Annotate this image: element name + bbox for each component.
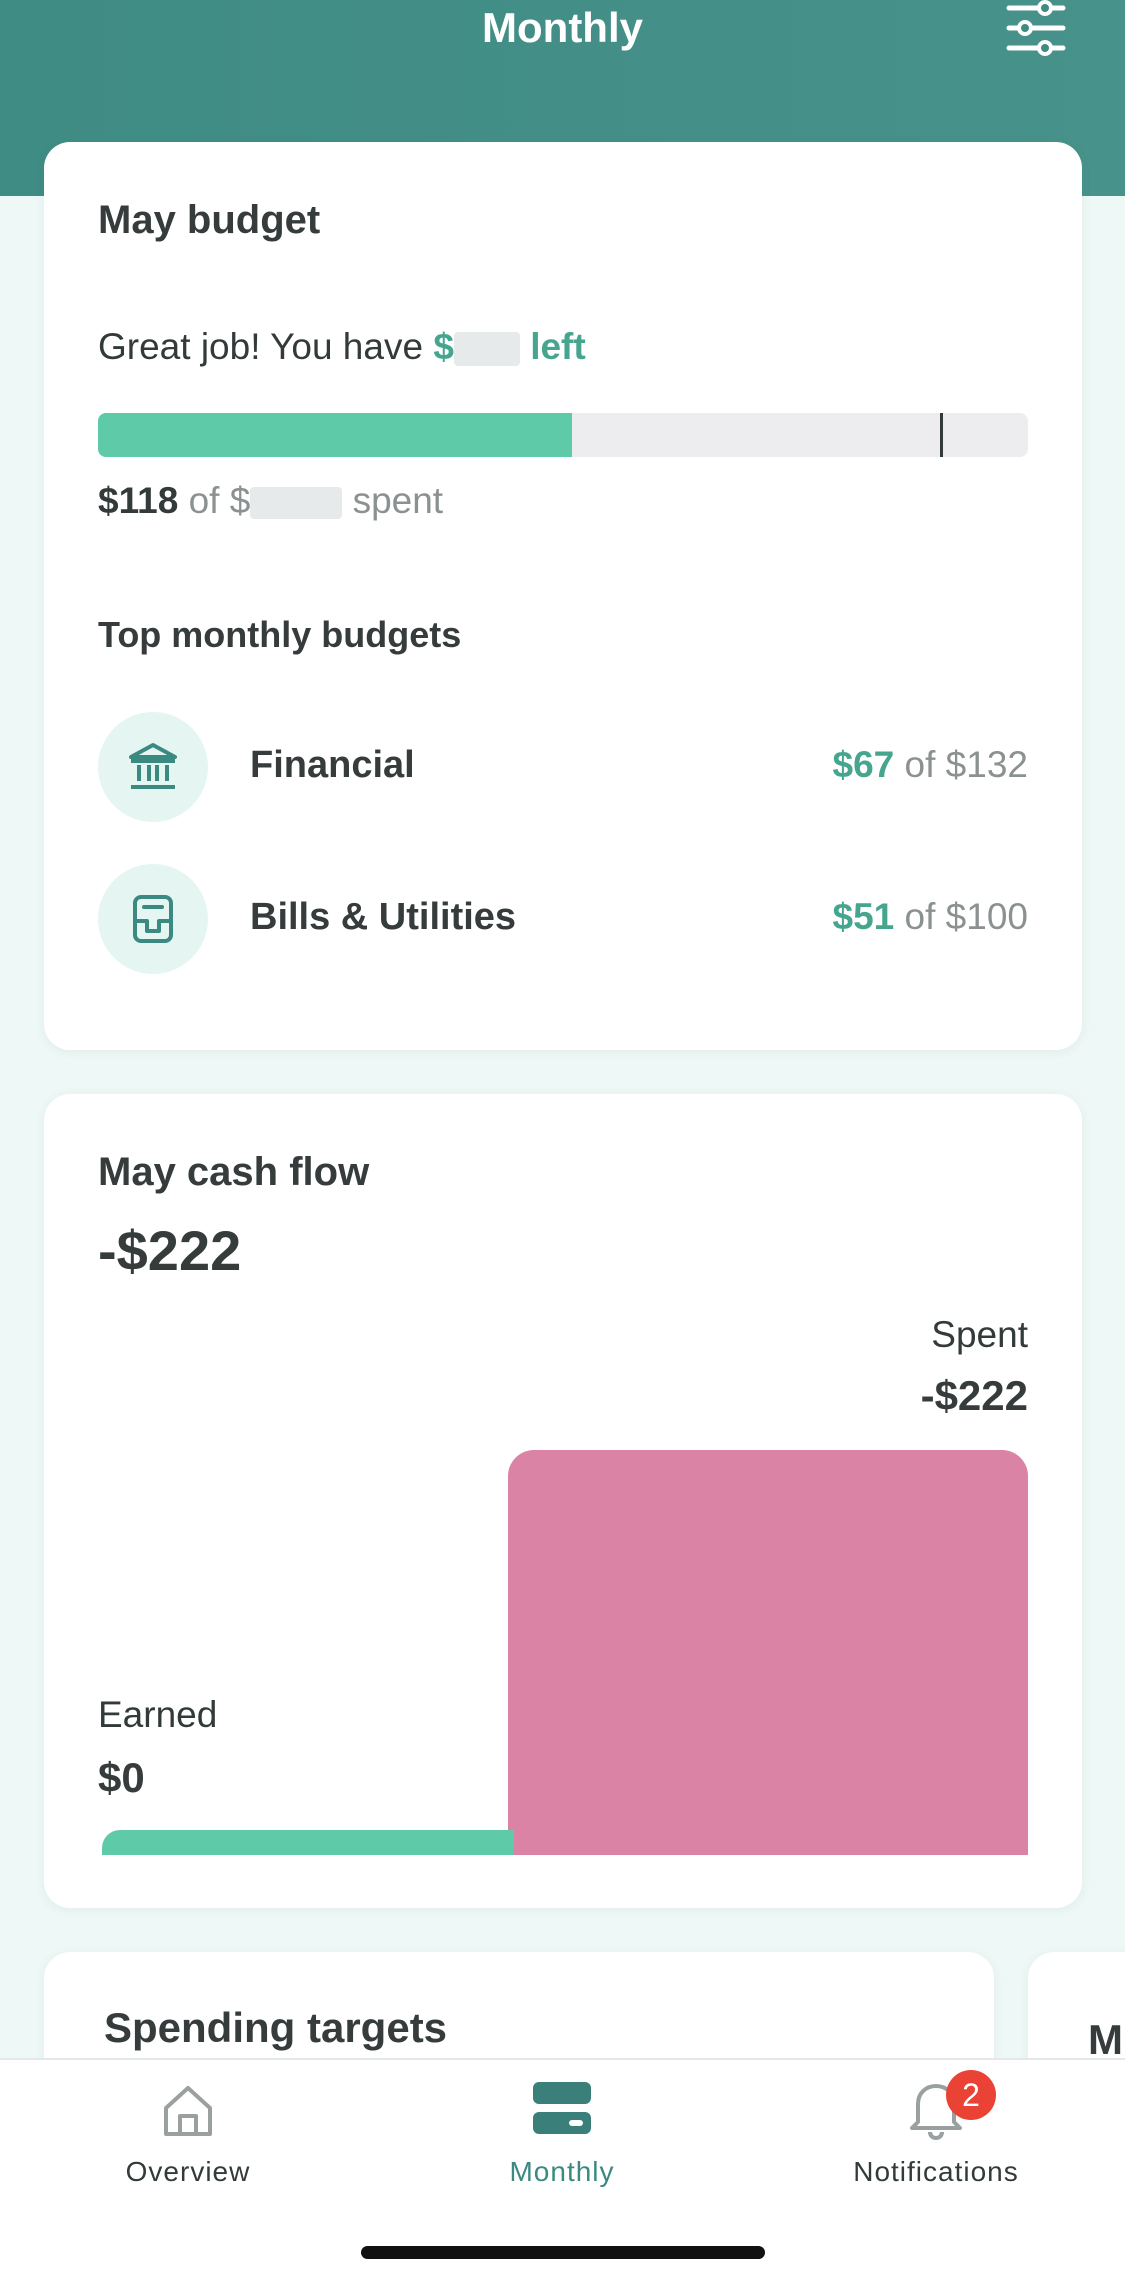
category-of: of $132: [904, 744, 1028, 785]
tab-label: Monthly: [509, 2156, 615, 2187]
top-budgets-title: Top monthly budgets: [98, 614, 462, 655]
next-card-initial: M: [1088, 2016, 1123, 2063]
notification-badge: 2: [946, 2070, 996, 2120]
earned-value: $0: [98, 1754, 145, 1801]
budget-left-currency: $: [433, 326, 454, 367]
spent-suffix: spent: [352, 480, 444, 521]
spending-targets-title: Spending targets: [104, 2004, 448, 2051]
tab-monthly[interactable]: Monthly: [432, 2066, 692, 2196]
budget-progress-fill: [98, 413, 572, 457]
spent-value: -$222: [920, 1372, 1028, 1419]
category-name: Financial: [250, 744, 415, 786]
category-spent: $67: [832, 744, 895, 785]
budget-progress-bar: [98, 413, 1028, 457]
budget-message-prefix: Great job! You have: [98, 326, 424, 367]
redacted-total: [250, 487, 343, 520]
bills-icon: [98, 864, 208, 974]
tab-notifications[interactable]: Notifications: [806, 2066, 1066, 2196]
spent-amount: $118: [98, 480, 179, 521]
budget-message: Great job! You have $ left: [98, 326, 586, 368]
spent-bar: [508, 1450, 1028, 1855]
cashflow-total: -$222: [98, 1219, 242, 1282]
category-amount: $67 of $132: [833, 744, 1028, 786]
bank-icon: [98, 712, 208, 822]
budget-progress-marker: [940, 413, 943, 457]
spent-label: Spent: [931, 1314, 1028, 1355]
page-title: Monthly: [482, 4, 643, 51]
sliders-icon: [1006, 0, 1066, 56]
category-spent: $51: [832, 896, 895, 937]
home-indicator[interactable]: [361, 2246, 765, 2259]
tab-label: Overview: [125, 2156, 251, 2187]
earned-bar: [102, 1830, 514, 1855]
monthly-icon: [533, 2082, 591, 2134]
budget-spent-summary: $118 of $ spent: [98, 480, 443, 522]
spent-of: of $: [188, 480, 251, 521]
category-of: of $100: [904, 896, 1028, 937]
category-name: Bills & Utilities: [250, 896, 517, 938]
category-amount: $51 of $100: [833, 896, 1028, 938]
budget-left-suffix: left: [530, 326, 586, 367]
filter-button[interactable]: [1005, 0, 1067, 56]
budget-title: May budget: [98, 198, 321, 242]
tab-label: Notifications: [853, 2156, 1019, 2187]
redacted-amount: [453, 332, 520, 367]
tab-overview[interactable]: Overview: [58, 2066, 318, 2196]
cashflow-title: May cash flow: [98, 1150, 370, 1194]
earned-label: Earned: [98, 1694, 218, 1735]
home-icon: [164, 2086, 212, 2136]
